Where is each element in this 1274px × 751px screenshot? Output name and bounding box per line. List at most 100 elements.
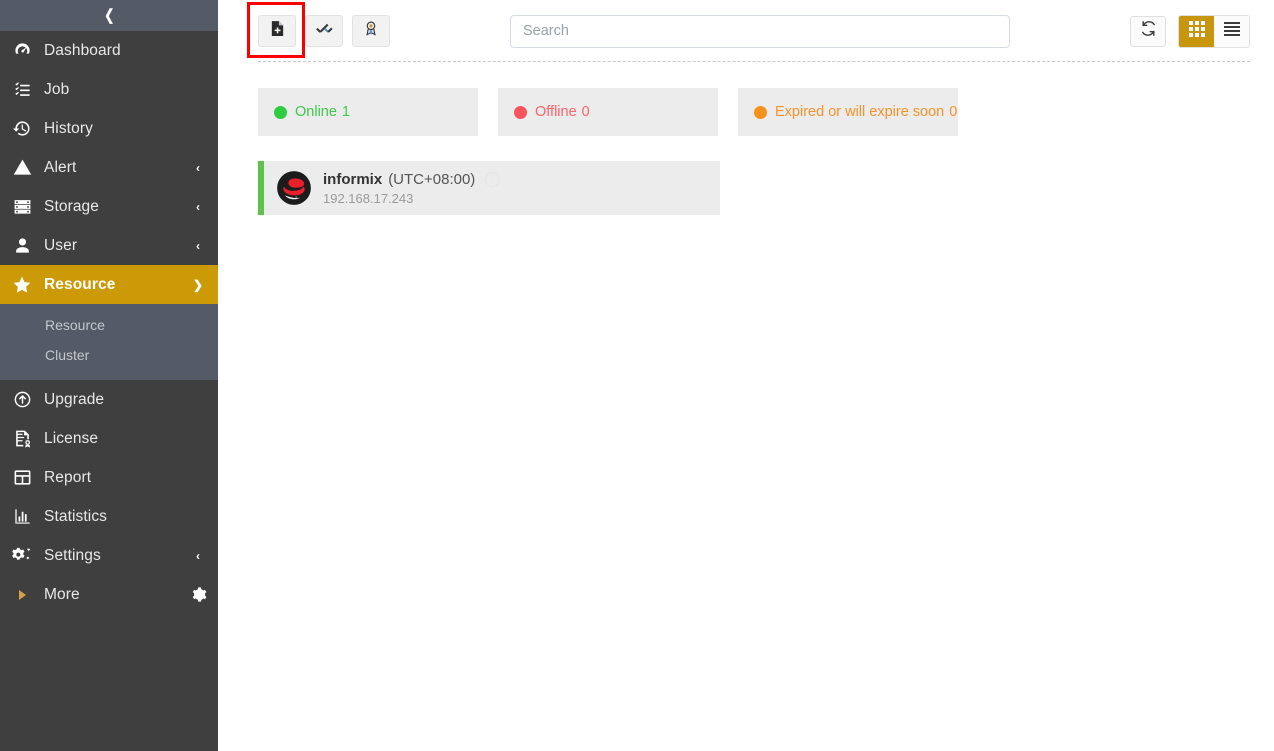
chevron-down-icon: ❯: [192, 277, 204, 292]
batch-select-button-wrapper: [305, 15, 343, 47]
sidebar-subitem-cluster[interactable]: Cluster: [0, 340, 218, 370]
status-card-count: 0: [949, 104, 958, 120]
resource-ip: 192.168.17.243: [323, 190, 414, 206]
sidebar-subitem-label: Cluster: [45, 347, 90, 363]
content-area: Online 1 Offline 0 Expired or will expir…: [218, 62, 1274, 215]
status-card-label: Online: [295, 104, 337, 120]
info-circle-icon[interactable]: i: [485, 171, 501, 187]
storage-server-icon: [0, 197, 44, 216]
sidebar-collapse-button[interactable]: ❮: [0, 0, 218, 31]
sidebar-item-dashboard[interactable]: Dashboard: [0, 31, 218, 70]
toolbar: [218, 0, 1274, 62]
batch-select-button[interactable]: [305, 15, 343, 47]
resource-info: informix (UTC+08:00) i 192.168.17.243: [323, 170, 501, 206]
sidebar-item-license[interactable]: License: [0, 419, 218, 458]
toolbar-left-actions: [247, 2, 390, 58]
gear-icon[interactable]: [178, 586, 218, 603]
sidebar-item-statistics[interactable]: Statistics: [0, 497, 218, 536]
app-root: ❮ Dashboard Job History Alert ‹ Storage …: [0, 0, 1274, 751]
sidebar-item-label: Report: [44, 468, 92, 486]
status-card-label: Expired or will expire soon: [775, 104, 945, 120]
list-view-button[interactable]: [1214, 15, 1249, 47]
resource-list: informix (UTC+08:00) i 192.168.17.243: [258, 161, 1250, 215]
status-card-count: 1: [341, 104, 350, 120]
license-certificate-icon: [0, 429, 44, 448]
sidebar-item-label: History: [44, 119, 93, 137]
sidebar-item-upgrade[interactable]: Upgrade: [0, 380, 218, 419]
status-dot-online: [274, 105, 287, 119]
statistics-bar-chart-icon: [0, 507, 44, 526]
file-add-icon: [269, 20, 286, 42]
chevron-left-icon: ‹: [196, 548, 200, 563]
sidebar-item-resource[interactable]: Resource ❯: [0, 265, 218, 304]
sidebar-item-label: User: [44, 236, 78, 254]
search-container: [390, 14, 1130, 48]
star-icon: [0, 275, 44, 295]
add-resource-button-wrapper: [247, 2, 305, 58]
grid-view-button[interactable]: [1179, 15, 1214, 47]
grid-icon: [1188, 20, 1205, 42]
sidebar-item-label: Resource: [44, 275, 116, 293]
status-card-label: Offline: [535, 104, 577, 120]
list-icon: [1223, 21, 1240, 42]
redhat-logo-icon: [271, 170, 317, 206]
job-list-icon: [0, 80, 44, 99]
sidebar-item-storage[interactable]: Storage ‹: [0, 187, 218, 226]
status-dot-offline: [514, 105, 527, 119]
history-clock-icon: [0, 119, 44, 138]
resource-name: informix: [323, 170, 383, 188]
settings-gears-icon: [0, 546, 44, 566]
sidebar-item-label: Settings: [44, 546, 101, 564]
user-person-icon: [0, 236, 44, 255]
main-panel: Online 1 Offline 0 Expired or will expir…: [218, 0, 1274, 751]
report-table-icon: [0, 468, 44, 487]
sidebar-item-label: Dashboard: [44, 41, 121, 59]
chevron-left-icon: ‹: [196, 199, 200, 214]
search-input[interactable]: [510, 14, 1010, 48]
sidebar-item-alert[interactable]: Alert ‹: [0, 148, 218, 187]
refresh-button[interactable]: [1130, 15, 1166, 47]
upgrade-arrow-up-circle-icon: [0, 390, 44, 409]
chevron-left-icon: ‹: [196, 238, 200, 253]
sidebar-item-label: Statistics: [44, 507, 108, 525]
resource-status-bar: [258, 161, 264, 215]
dashboard-gauge-icon: [0, 41, 44, 60]
sidebar-item-user[interactable]: User ‹: [0, 226, 218, 265]
triangle-right-icon: [0, 589, 44, 600]
sidebar-item-job[interactable]: Job: [0, 70, 218, 109]
license-badge-button-wrapper: [352, 15, 390, 47]
add-resource-button[interactable]: [258, 15, 296, 47]
award-ribbon-icon: [363, 20, 379, 42]
sidebar-subitem-label: Resource: [45, 317, 105, 333]
status-summary-row: Online 1 Offline 0 Expired or will expir…: [258, 88, 1250, 136]
status-card-expired[interactable]: Expired or will expire soon 0: [738, 88, 958, 136]
view-toggle-group: [1178, 14, 1250, 48]
status-card-offline[interactable]: Offline 0: [498, 88, 718, 136]
resource-title-line: informix (UTC+08:00) i: [323, 170, 501, 188]
sidebar-item-settings[interactable]: Settings ‹: [0, 536, 218, 575]
sidebar-item-label: Alert: [44, 158, 77, 176]
chevron-left-icon: ❮: [103, 7, 115, 24]
resource-card[interactable]: informix (UTC+08:00) i 192.168.17.243: [258, 161, 720, 215]
sidebar: ❮ Dashboard Job History Alert ‹ Storage …: [0, 0, 218, 751]
status-card-count: 0: [581, 104, 590, 120]
toolbar-right-actions: [1130, 14, 1250, 48]
sidebar-item-label: Job: [44, 80, 70, 98]
chevron-left-icon: ‹: [196, 160, 200, 175]
sidebar-item-history[interactable]: History: [0, 109, 218, 148]
sidebar-item-label: Storage: [44, 197, 99, 215]
status-card-online[interactable]: Online 1: [258, 88, 478, 136]
status-dot-expired: [754, 105, 767, 119]
sidebar-item-label: Upgrade: [44, 390, 105, 408]
sidebar-subitem-resource[interactable]: Resource: [0, 310, 218, 340]
toolbar-divider: [258, 61, 1250, 62]
double-check-icon: [315, 20, 333, 43]
sidebar-item-label: More: [44, 585, 80, 603]
sidebar-submenu-resource: Resource Cluster: [0, 304, 218, 380]
sidebar-item-more[interactable]: More: [0, 575, 218, 614]
sidebar-item-label: License: [44, 429, 99, 447]
sidebar-item-report[interactable]: Report: [0, 458, 218, 497]
license-badge-button[interactable]: [352, 15, 390, 47]
resource-timezone: (UTC+08:00): [388, 170, 476, 188]
refresh-icon: [1140, 20, 1157, 42]
